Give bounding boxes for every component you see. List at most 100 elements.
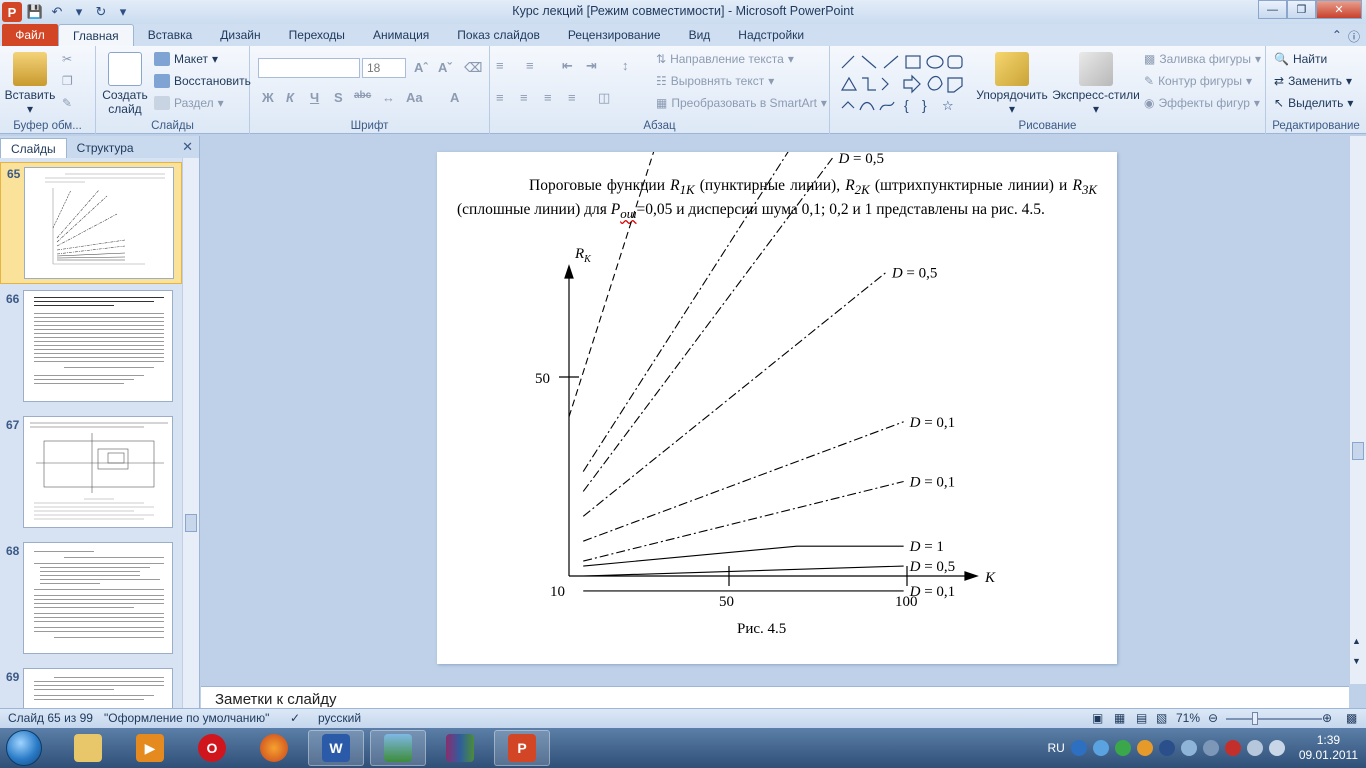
chevron-down-icon[interactable]: ▾ <box>70 3 88 21</box>
justify-icon[interactable]: ≡ <box>568 90 576 105</box>
font-size-combo[interactable]: 18 <box>362 58 406 78</box>
change-case-button[interactable]: Aa <box>406 90 423 105</box>
line-spacing-icon[interactable]: ↕ <box>622 58 629 73</box>
scroll-thumb[interactable] <box>185 514 197 532</box>
prev-slide-icon[interactable]: ▲ <box>1352 636 1361 646</box>
numbering-icon[interactable]: ≡ <box>526 58 534 73</box>
increase-indent-icon[interactable]: ⇥ <box>586 58 597 74</box>
shape-fill-button[interactable]: ▩ Заливка фигуры ▾ <box>1144 52 1261 66</box>
next-slide-icon[interactable]: ▼ <box>1352 656 1361 666</box>
smartart-button[interactable]: ▦ Преобразовать в SmartArt ▾ <box>656 96 827 110</box>
network-icon[interactable] <box>1224 740 1241 756</box>
strikethrough-button[interactable]: abc <box>354 90 371 101</box>
replace-button[interactable]: ⇄ Заменить ▾ <box>1274 74 1352 88</box>
normal-view-icon[interactable]: ▣ <box>1092 711 1103 725</box>
tab-review[interactable]: Рецензирование <box>554 24 675 46</box>
quick-styles-button[interactable]: Экспресс-стили ▾ <box>1052 52 1140 116</box>
select-button[interactable]: ↖ Выделить ▾ <box>1274 96 1353 110</box>
tab-transitions[interactable]: Переходы <box>275 24 359 46</box>
taskbar-word[interactable]: W <box>308 730 364 766</box>
redo-icon[interactable]: ↻ <box>92 3 110 21</box>
volume-icon[interactable] <box>1268 740 1285 756</box>
spellcheck-icon[interactable]: ✓ <box>290 711 300 725</box>
help-icon[interactable]: ⓘ <box>1348 28 1360 45</box>
undo-icon[interactable]: ↶ <box>48 3 66 21</box>
taskbar-powerpoint[interactable]: P <box>494 730 550 766</box>
layout-button[interactable]: Макет ▾ <box>154 52 218 66</box>
font-name-combo[interactable] <box>258 58 360 78</box>
tab-addins[interactable]: Надстройки <box>724 24 818 46</box>
shield-icon[interactable] <box>1092 740 1109 756</box>
tab-animations[interactable]: Анимация <box>359 24 443 46</box>
tab-slideshow[interactable]: Показ слайдов <box>443 24 554 46</box>
taskbar-opera[interactable]: O <box>184 730 240 766</box>
text-direction-button[interactable]: ⇅ Направление текста ▾ <box>656 52 794 66</box>
update-icon[interactable] <box>1136 740 1153 756</box>
shadow-button[interactable]: S <box>334 90 343 105</box>
scroll-thumb[interactable] <box>1352 442 1364 460</box>
slide-thumbnail[interactable]: 68 <box>0 540 182 662</box>
columns-icon[interactable]: ◫ <box>598 90 610 106</box>
zoom-slider-thumb[interactable] <box>1252 712 1258 725</box>
clear-format-icon[interactable]: ⌫ <box>464 60 482 76</box>
signal-icon[interactable] <box>1246 740 1263 756</box>
zoom-out-icon[interactable]: ⊖ <box>1208 711 1218 725</box>
customize-qat-icon[interactable]: ▾ <box>114 3 132 21</box>
usb-icon[interactable] <box>1180 740 1197 756</box>
slide-sorter-icon[interactable]: ▦ <box>1114 711 1125 725</box>
shapes-gallery[interactable]: {} ☆ <box>838 52 968 114</box>
taskbar-image-viewer[interactable] <box>370 730 426 766</box>
align-center-icon[interactable]: ≡ <box>520 90 528 105</box>
shrink-font-icon[interactable]: Aˇ <box>438 60 452 75</box>
shape-effects-button[interactable]: ◉ Эффекты фигур ▾ <box>1144 96 1260 110</box>
char-spacing-icon[interactable]: ↔ <box>382 90 395 105</box>
save-icon[interactable]: 💾 <box>26 3 44 21</box>
slide-thumbnail[interactable]: 66 <box>0 288 182 410</box>
dp-icon[interactable] <box>1158 740 1175 756</box>
cut-button[interactable]: ✂ <box>62 52 72 66</box>
shape-outline-button[interactable]: ✎ Контур фигуры ▾ <box>1144 74 1252 88</box>
minimize-ribbon-icon[interactable]: ⌃ <box>1332 28 1342 45</box>
paste-button[interactable]: Вставить ▾ <box>4 52 56 116</box>
underline-button[interactable]: Ч <box>310 90 319 105</box>
close-button[interactable]: ✕ <box>1316 0 1362 19</box>
bluetooth-icon[interactable] <box>1070 740 1087 756</box>
language-indicator[interactable]: русский <box>318 711 361 725</box>
reading-view-icon[interactable]: ▤ <box>1136 711 1147 725</box>
tab-outline[interactable]: Структура <box>67 138 144 158</box>
tab-design[interactable]: Дизайн <box>206 24 274 46</box>
bullets-icon[interactable]: ≡ <box>496 58 504 73</box>
zoom-in-icon[interactable]: ⊕ <box>1322 711 1332 725</box>
new-slide-button[interactable]: Создать слайд <box>100 52 150 116</box>
copy-button[interactable]: ❐ <box>62 74 73 88</box>
start-button[interactable] <box>6 730 42 766</box>
font-color-button[interactable]: A <box>450 90 459 105</box>
align-right-icon[interactable]: ≡ <box>544 90 552 105</box>
zoom-slider[interactable] <box>1226 718 1322 720</box>
fit-to-window-icon[interactable]: ▩ <box>1346 711 1357 725</box>
align-left-icon[interactable]: ≡ <box>496 90 504 105</box>
language-indicator[interactable]: RU <box>1047 741 1064 755</box>
taskbar-media-player[interactable]: ▶ <box>122 730 178 766</box>
tab-home[interactable]: Главная <box>58 24 134 46</box>
taskbar-explorer[interactable] <box>60 730 116 766</box>
clock[interactable]: 1:39 09.01.2011 <box>1299 733 1358 763</box>
restore-button[interactable]: ❐ <box>1287 0 1316 19</box>
reset-button[interactable]: Восстановить <box>154 74 251 88</box>
slide-canvas[interactable]: Пороговые функции R1K (пунктирные линии)… <box>437 152 1117 664</box>
bold-button[interactable]: Ж <box>262 90 274 105</box>
align-text-button[interactable]: ☷ Выровнять текст ▾ <box>656 74 774 88</box>
section-button[interactable]: Раздел ▾ <box>154 96 224 110</box>
grow-font-icon[interactable]: Aˆ <box>414 60 428 75</box>
minimize-button[interactable]: — <box>1258 0 1287 19</box>
tab-view[interactable]: Вид <box>675 24 725 46</box>
slide-thumbnail[interactable]: 69 <box>0 666 182 708</box>
italic-button[interactable]: К <box>286 90 294 105</box>
tab-slides[interactable]: Слайды <box>0 138 67 158</box>
arrange-button[interactable]: Упорядочить ▾ <box>974 52 1050 116</box>
taskbar-firefox[interactable] <box>246 730 302 766</box>
tab-file[interactable]: Файл <box>2 24 58 46</box>
notes-pane[interactable]: Заметки к слайду <box>201 686 1349 708</box>
torrent-icon[interactable] <box>1114 740 1131 756</box>
close-icon[interactable]: ✕ <box>182 139 193 155</box>
